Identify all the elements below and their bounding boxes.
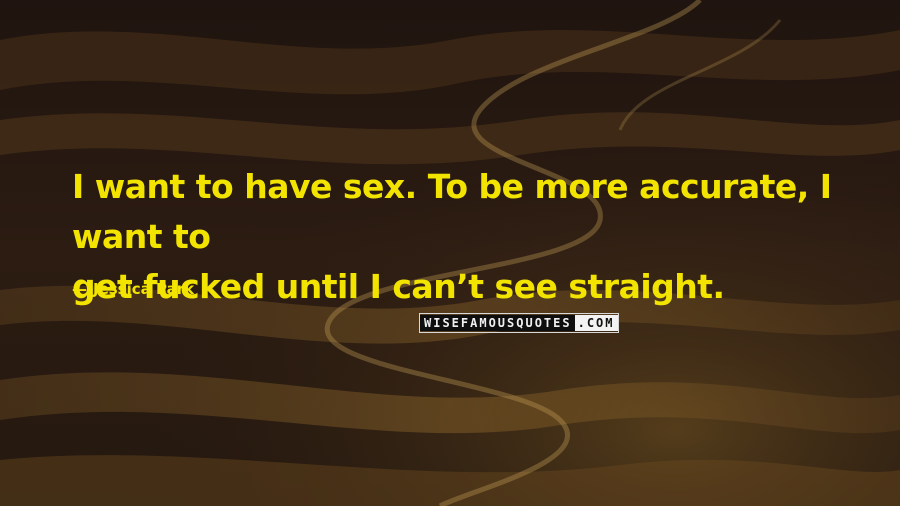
watermark-main: WISEFAMOUSQUOTES <box>420 315 575 331</box>
site-watermark: WISEFAMOUSQUOTES .COM <box>419 313 619 333</box>
author-name: Jessica Park <box>93 280 195 298</box>
quote-author: — Jessica Park <box>72 280 194 298</box>
author-dash: — <box>72 280 87 298</box>
quote-line-1: I want to have sex. To be more accurate,… <box>72 167 832 256</box>
watermark-tld: .COM <box>574 315 618 331</box>
